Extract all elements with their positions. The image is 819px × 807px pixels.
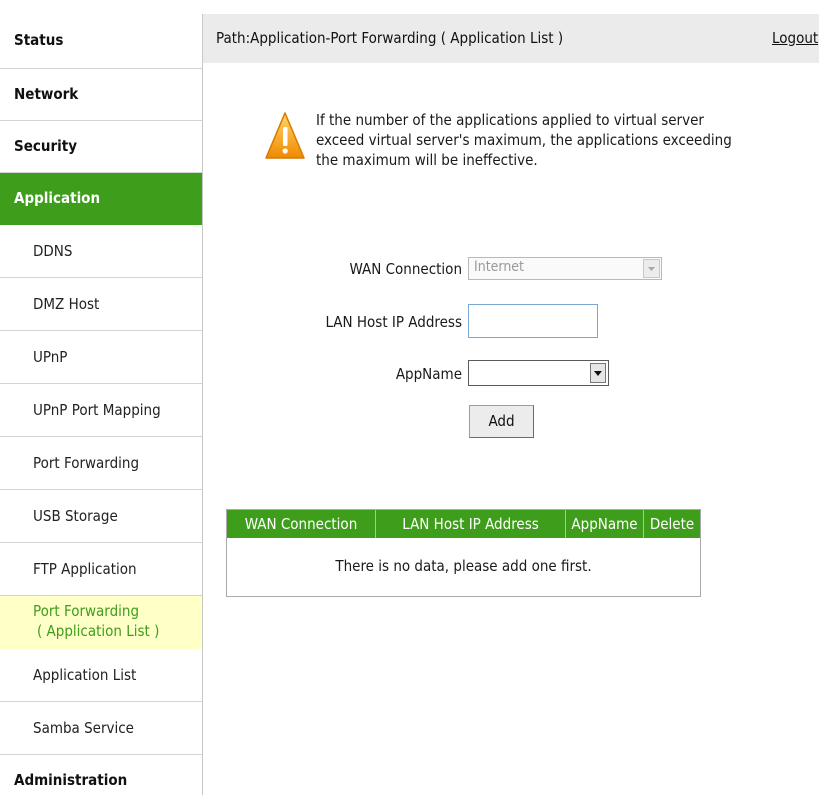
nav-label: Security [14,137,78,155]
sidebar-item-application-list[interactable]: Application List [0,649,202,702]
sidebar-item-samba-service[interactable]: Samba Service [0,702,202,755]
col-appname: AppName [566,510,644,538]
wan-connection-label: WAN Connection [349,260,463,278]
warning-icon [265,112,305,159]
chevron-down-icon[interactable] [590,363,606,383]
nav-label: Status [14,31,64,49]
nav-label: UPnP Port Mapping [33,401,161,419]
appname-select[interactable] [468,360,609,386]
application-table: WAN Connection LAN Host IP Address AppNa… [226,509,701,597]
nav-status[interactable]: Status [0,14,202,69]
table-header: WAN Connection LAN Host IP Address AppNa… [227,510,700,538]
nav-label: USB Storage [33,507,118,525]
nav-label: UPnP [33,348,68,366]
sidebar-item-usb-storage[interactable]: USB Storage [0,490,202,543]
sidebar-item-upnp[interactable]: UPnP [0,331,202,384]
nav-label: DMZ Host [33,295,100,313]
notice-text: If the number of the applications applie… [316,111,732,169]
appname-label: AppName [395,365,462,383]
sidebar-item-dmz-host[interactable]: DMZ Host [0,278,202,331]
col-delete: Delete [649,515,695,533]
nav-label-line2: ( Application List ) [37,622,160,640]
sidebar-item-upnp-port-mapping[interactable]: UPnP Port Mapping [0,384,202,437]
nav-label: DDNS [33,242,73,260]
nav-label: Port Forwarding [33,454,140,472]
nav-label-line1: Port Forwarding [33,602,140,620]
wan-connection-select[interactable]: Internet [468,257,662,280]
add-button[interactable]: Add [469,405,534,438]
nav-label: Samba Service [33,719,134,737]
sidebar: Status Network Security Application DDNS… [0,14,203,795]
nav-network[interactable]: Network [0,69,202,121]
col-lan-host-ip: LAN Host IP Address [376,510,566,538]
header-bar: Path:Application-Port Forwarding ( Appli… [203,14,819,63]
chevron-down-icon[interactable] [643,259,660,278]
nav-label: Application [14,189,101,207]
sidebar-item-port-forwarding-application-list[interactable]: Port Forwarding ( Application List ) [0,596,202,649]
nav-label: Network [14,85,79,103]
sidebar-item-port-forwarding[interactable]: Port Forwarding [0,437,202,490]
sidebar-item-ddns[interactable]: DDNS [0,225,202,278]
nav-label: FTP Application [33,560,137,578]
sidebar-item-ftp-application[interactable]: FTP Application [0,543,202,596]
col-wan-connection: WAN Connection [227,510,376,538]
empty-message: There is no data, please add one first. [227,538,700,596]
notice: If the number of the applications applie… [264,110,744,200]
logout-link[interactable]: Logout [772,29,818,47]
nav-administration[interactable]: Administration [0,755,202,807]
nav-label: Application List [33,666,137,684]
nav-label: Administration [14,771,128,789]
breadcrumb: Path:Application-Port Forwarding ( Appli… [216,29,564,47]
wan-connection-value: Internet [474,259,524,275]
nav-application[interactable]: Application [0,173,202,225]
nav-security[interactable]: Security [0,121,202,173]
lan-host-ip-label: LAN Host IP Address [325,313,462,331]
lan-host-ip-input[interactable] [468,304,598,338]
